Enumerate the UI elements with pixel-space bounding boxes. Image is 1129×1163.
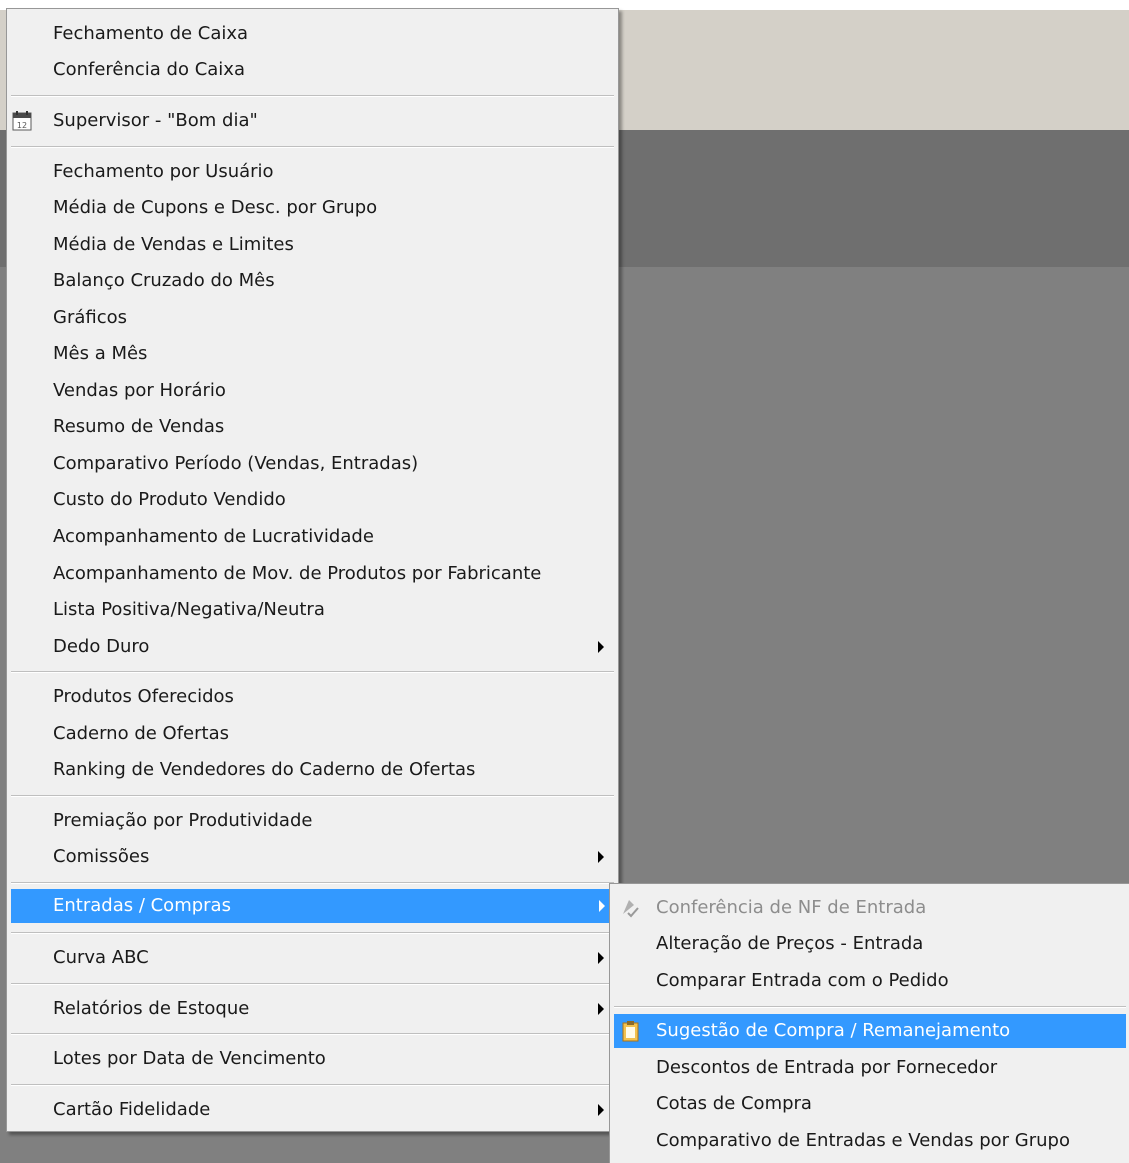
menu-item-label: Produtos Oferecidos [53,686,234,707]
menu-item-media-de-cupons[interactable]: Média de Cupons e Desc. por Grupo [7,191,618,225]
menu-item-conferencia-do-caixa[interactable]: Conferência do Caixa [7,53,618,87]
menu-item-produtos-oferecidos[interactable]: Produtos Oferecidos [7,680,618,714]
submenu-item-alteracao-precos[interactable]: Alteração de Preços - Entrada [610,927,1129,961]
submenu-item-comparativo-entradas-vendas[interactable]: Comparativo de Entradas e Vendas por Gru… [610,1124,1129,1158]
menu-separator [11,795,614,797]
menu-item-dedo-duro[interactable]: Dedo Duro [7,630,618,664]
submenu-item-label: Sugestão de Compra / Remanejamento [656,1020,1011,1041]
menu-separator [11,146,614,148]
calendar-icon: 12 [11,110,33,132]
menu-item-relatorios-estoque[interactable]: Relatórios de Estoque [7,992,618,1026]
svg-text:12: 12 [17,121,27,130]
menu-item-label: Cartão Fidelidade [53,1099,211,1120]
submenu-arrow-icon [598,641,604,653]
menu-item-label: Lista Positiva/Negativa/Neutra [53,599,325,620]
clipboard-icon [620,1020,642,1042]
menu-item-label: Ranking de Vendedores do Caderno de Ofer… [53,759,476,780]
submenu-item-sugestao-compra[interactable]: Sugestão de Compra / Remanejamento [614,1014,1126,1048]
menu-item-fechamento-de-caixa[interactable]: Fechamento de Caixa [7,17,618,51]
menu-item-label: Relatórios de Estoque [53,998,250,1019]
menu-item-media-de-vendas[interactable]: Média de Vendas e Limites [7,228,618,262]
menu-separator [614,1006,1126,1008]
menu-item-label: Lotes por Data de Vencimento [53,1048,326,1069]
menu-item-label: Entradas / Compras [53,895,231,916]
menu-item-label: Fechamento de Caixa [53,23,249,44]
submenu-item-label: Conferência de NF de Entrada [656,897,927,918]
menu-item-label: Vendas por Horário [53,380,226,401]
menu-item-comparativo-periodo[interactable]: Comparativo Período (Vendas, Entradas) [7,447,618,481]
menu-item-label: Caderno de Ofertas [53,723,229,744]
menu-separator [11,671,614,673]
submenu-item-label: Comparativo de Entradas e Vendas por Gru… [656,1130,1070,1151]
menu-item-label: Dedo Duro [53,636,150,657]
menu-item-label: Acompanhamento de Mov. de Produtos por F… [53,563,542,584]
menu-item-graficos[interactable]: Gráficos [7,301,618,335]
submenu-item-label: Comparar Entrada com o Pedido [656,970,949,991]
menu-item-custo-do-produto[interactable]: Custo do Produto Vendido [7,483,618,517]
menu-separator [11,882,614,884]
menu-separator [11,95,614,97]
menu-item-resumo-de-vendas[interactable]: Resumo de Vendas [7,410,618,444]
menu-item-label: Média de Cupons e Desc. por Grupo [53,197,378,218]
menu-item-label: Gráficos [53,307,128,328]
menu-separator [11,932,614,934]
submenu-item-cotas-compra[interactable]: Cotas de Compra [610,1087,1129,1121]
menu-item-mes-a-mes[interactable]: Mês a Mês [7,337,618,371]
menu-item-fechamento-por-usuario[interactable]: Fechamento por Usuário [7,155,618,189]
submenu-item-descontos-entrada[interactable]: Descontos de Entrada por Fornecedor [610,1051,1129,1085]
submenu-item-label: Cotas de Compra [656,1093,812,1114]
reports-context-menu: Fechamento de Caixa Conferência do Caixa… [6,8,619,1132]
checklist-icon [620,897,642,919]
menu-item-premiacao-produtividade[interactable]: Premiação por Produtividade [7,804,618,838]
menu-item-cartao-fidelidade[interactable]: Cartão Fidelidade [7,1093,618,1127]
submenu-arrow-icon [598,1003,604,1015]
menu-item-lista-positiva[interactable]: Lista Positiva/Negativa/Neutra [7,593,618,627]
menu-item-label: Resumo de Vendas [53,416,225,437]
menu-separator [11,1084,614,1086]
submenu-item-label: Alteração de Preços - Entrada [656,933,924,954]
menu-item-comissoes[interactable]: Comissões [7,840,618,874]
menu-item-supervisor-bom-dia[interactable]: 12 Supervisor - "Bom dia" [7,104,618,138]
menu-item-label: Supervisor - "Bom dia" [53,110,258,131]
menu-item-label: Curva ABC [53,947,149,968]
menu-item-label: Fechamento por Usuário [53,161,274,182]
submenu-arrow-icon [598,952,604,964]
submenu-item-label: Descontos de Entrada por Fornecedor [656,1057,998,1078]
menu-item-lotes-vencimento[interactable]: Lotes por Data de Vencimento [7,1042,618,1076]
menu-item-label: Balanço Cruzado do Mês [53,270,275,291]
menu-item-curva-abc[interactable]: Curva ABC [7,941,618,975]
submenu-arrow-icon [598,1104,604,1116]
menu-separator [11,1033,614,1035]
menu-item-label: Acompanhamento de Lucratividade [53,526,374,547]
menu-item-vendas-por-horario[interactable]: Vendas por Horário [7,374,618,408]
submenu-item-comparar-entrada[interactable]: Comparar Entrada com o Pedido [610,964,1129,998]
menu-separator [11,983,614,985]
menu-item-ranking-vendedores[interactable]: Ranking de Vendedores do Caderno de Ofer… [7,753,618,787]
menu-item-balanco-cruzado[interactable]: Balanço Cruzado do Mês [7,264,618,298]
menu-item-acompanhamento-lucratividade[interactable]: Acompanhamento de Lucratividade [7,520,618,554]
submenu-arrow-icon [598,851,604,863]
menu-item-acompanhamento-mov-produtos[interactable]: Acompanhamento de Mov. de Produtos por F… [7,557,618,591]
submenu-item-conferencia-nf-entrada[interactable]: Conferência de NF de Entrada [610,891,1129,925]
menu-item-label: Comparativo Período (Vendas, Entradas) [53,453,419,474]
menu-item-label: Média de Vendas e Limites [53,234,294,255]
menu-item-label: Premiação por Produtividade [53,810,313,831]
menu-item-entradas-compras[interactable]: Entradas / Compras [11,889,609,923]
entradas-compras-submenu: Conferência de NF de Entrada Alteração d… [609,883,1129,1163]
menu-item-label: Conferência do Caixa [53,59,245,80]
menu-item-label: Custo do Produto Vendido [53,489,286,510]
submenu-arrow-icon [599,900,605,912]
menu-item-caderno-de-ofertas[interactable]: Caderno de Ofertas [7,717,618,751]
menu-item-label: Comissões [53,846,150,867]
menu-item-label: Mês a Mês [53,343,148,364]
